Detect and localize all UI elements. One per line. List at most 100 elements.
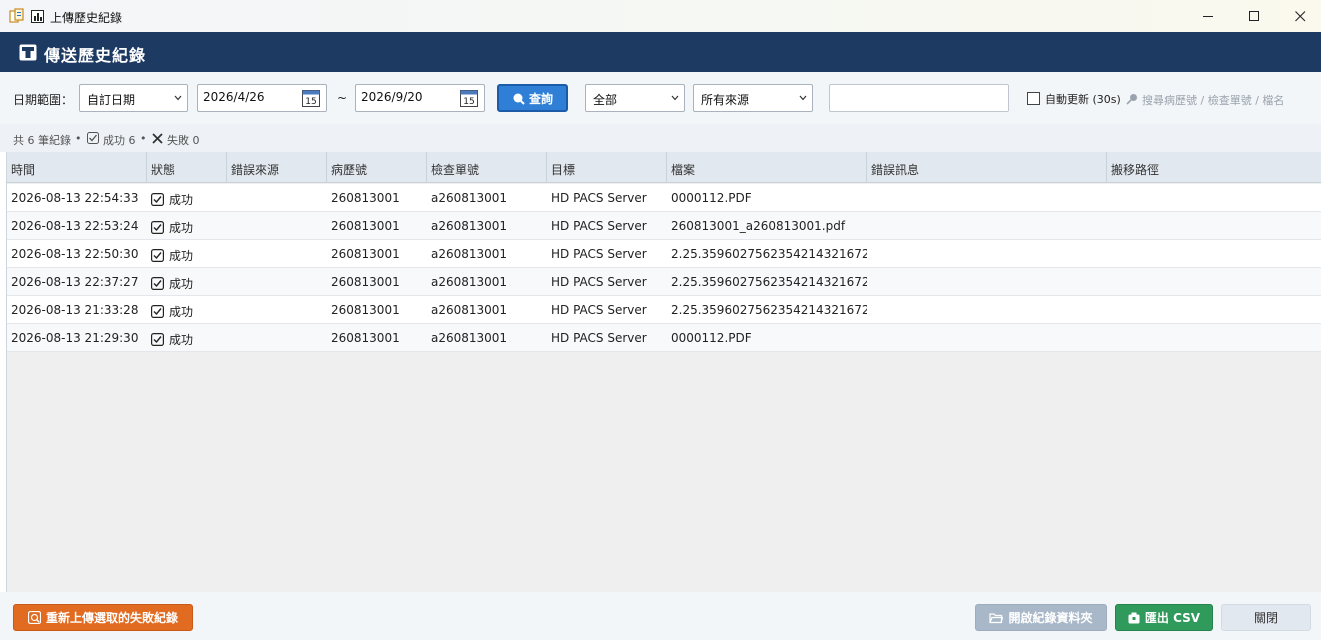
cell-target: HD PACS Server: [547, 324, 667, 351]
title-bar: 上傳歷史紀錄: [0, 0, 1321, 32]
cell-file: 0000112.PDF: [667, 324, 867, 351]
cell-move-path: [1107, 296, 1321, 323]
cell-patient-id-text: 260813001: [331, 247, 400, 261]
cell-target-text: HD PACS Server: [551, 275, 647, 289]
cell-status-text: 成功: [169, 333, 194, 347]
cell-order-id: a260813001: [427, 324, 547, 351]
date-range-select[interactable]: 自訂日期: [79, 84, 188, 112]
cell-time-text: 2026-08-13 22:50:30: [11, 247, 139, 261]
cell-target: HD PACS Server: [547, 240, 667, 267]
table-row[interactable]: 2026-08-13 22:54:33 成功 260813001 a260813001…: [7, 184, 1321, 212]
maximize-button[interactable]: [1231, 0, 1277, 32]
cell-error-source: [227, 324, 327, 351]
cell-order-id: a260813001: [427, 268, 547, 295]
cell-status-text: 成功: [169, 249, 194, 263]
calendar-icon[interactable]: 15: [459, 88, 479, 108]
export-csv-button[interactable]: 匯出 CSV: [1115, 604, 1213, 631]
column-header-move-path[interactable]: 搬移路徑: [1107, 152, 1321, 183]
query-button[interactable]: 查詢: [497, 84, 568, 112]
export-csv-label: 匯出 CSV: [1144, 611, 1201, 625]
cell-target-text: HD PACS Server: [551, 247, 647, 261]
cell-file: 260813001_a260813001.pdf: [667, 212, 867, 239]
search-input[interactable]: [829, 84, 1009, 112]
close-button[interactable]: 關閉: [1221, 604, 1311, 631]
table-row[interactable]: 2026-08-13 22:53:24 成功 260813001 a260813001…: [7, 212, 1321, 240]
table-row[interactable]: 2026-08-13 22:50:30 成功 260813001 a260813001…: [7, 240, 1321, 268]
cell-status-text: 成功: [169, 193, 194, 207]
close-label: 關閉: [1253, 611, 1278, 625]
cell-move-path: [1107, 324, 1321, 351]
cell-patient-id: 260813001: [327, 212, 427, 239]
cell-status: 成功: [147, 212, 227, 239]
cell-order-id-text: a260813001: [431, 219, 508, 233]
cell-time-text: 2026-08-13 22:37:27: [11, 275, 139, 289]
cell-error-source: [227, 212, 327, 239]
cell-target-text: HD PACS Server: [551, 303, 647, 317]
search-icon: [513, 93, 525, 105]
cell-order-id: a260813001: [427, 240, 547, 267]
cell-time: 2026-08-13 22:54:33: [7, 184, 147, 211]
chevron-down-icon: [799, 95, 807, 101]
summary-separator: •: [75, 132, 82, 145]
cell-error-message: [867, 324, 1107, 351]
cell-move-path: [1107, 212, 1321, 239]
cell-status: 成功: [147, 324, 227, 351]
bar-chart-icon: [31, 10, 44, 23]
cell-error-source: [227, 296, 327, 323]
open-folder-button[interactable]: 開啟紀錄資料夾: [975, 604, 1107, 631]
check-icon: [151, 221, 164, 234]
close-window-button[interactable]: [1277, 0, 1321, 32]
cell-error-message: [867, 184, 1107, 211]
cell-time: 2026-08-13 21:33:28: [7, 296, 147, 323]
table-row[interactable]: 2026-08-13 21:33:28 成功 260813001 a260813001…: [7, 296, 1321, 324]
cell-order-id-text: a260813001: [431, 191, 508, 205]
auto-refresh-checkbox[interactable]: [1027, 92, 1040, 105]
cell-status: 成功: [147, 296, 227, 323]
summary-bar: 共 6 筆紀錄 • 成功 6 • 失敗 0: [0, 124, 1321, 152]
column-header-time[interactable]: 時間: [7, 152, 147, 183]
cell-file: 2.25.35960275623542143216720041...: [667, 268, 867, 295]
history-table: 時間 狀態 錯誤來源 病歷號 檢查單號 目標 檔案 錯誤訊息 搬移路徑 2026…: [6, 152, 1321, 592]
cell-error-source: [227, 240, 327, 267]
cell-file: 2.25.35960275623542143216720041...: [667, 296, 867, 323]
table-header: 時間 狀態 錯誤來源 病歷號 檢查單號 目標 檔案 錯誤訊息 搬移路徑: [7, 152, 1321, 183]
cell-move-path: [1107, 268, 1321, 295]
table-row[interactable]: 2026-08-13 22:37:27 成功 260813001 a260813001…: [7, 268, 1321, 296]
column-header-status[interactable]: 狀態: [147, 152, 227, 183]
record-count: 共 6 筆紀錄: [13, 134, 71, 147]
minimize-icon: [1202, 15, 1213, 17]
column-header-error-source[interactable]: 錯誤來源: [227, 152, 327, 183]
cell-file-text: 0000112.PDF: [671, 331, 752, 345]
cell-target-text: HD PACS Server: [551, 219, 647, 233]
date-to-picker[interactable]: 2026/9/20 15: [355, 84, 485, 112]
cell-error-source: [227, 184, 327, 211]
minimize-button[interactable]: [1185, 0, 1231, 32]
cell-patient-id: 260813001: [327, 240, 427, 267]
cell-move-path: [1107, 184, 1321, 211]
fail-count: 失敗 0: [167, 134, 200, 147]
column-header-target[interactable]: 目標: [547, 152, 667, 183]
table-row[interactable]: 2026-08-13 21:29:30 成功 260813001 a260813001…: [7, 324, 1321, 352]
cell-error-message: [867, 268, 1107, 295]
cell-order-id: a260813001: [427, 184, 547, 211]
calendar-day: 15: [305, 97, 316, 107]
checkbox-checked-icon: [87, 132, 99, 144]
check-icon: [151, 249, 164, 262]
status-filter-select[interactable]: 全部: [585, 84, 685, 112]
date-range-value: 自訂日期: [87, 93, 136, 107]
column-header-order-id[interactable]: 檢查單號: [427, 152, 547, 183]
source-filter-select[interactable]: 所有來源: [693, 84, 813, 112]
date-from-picker[interactable]: 2026/4/26 15: [197, 84, 327, 112]
column-header-file[interactable]: 檔案: [667, 152, 867, 183]
pin-icon: [1126, 94, 1137, 105]
cell-status-text: 成功: [169, 221, 194, 235]
column-header-error-message[interactable]: 錯誤訊息: [867, 152, 1107, 183]
check-icon: [151, 305, 164, 318]
source-filter-value: 所有來源: [701, 93, 750, 107]
calendar-icon[interactable]: 15: [301, 88, 321, 108]
cell-order-id: a260813001: [427, 296, 547, 323]
history-icon: [19, 44, 37, 61]
status-filter-value: 全部: [593, 93, 618, 107]
column-header-patient-id[interactable]: 病歷號: [327, 152, 427, 183]
retry-failed-button[interactable]: 重新上傳選取的失敗紀錄: [13, 604, 193, 631]
